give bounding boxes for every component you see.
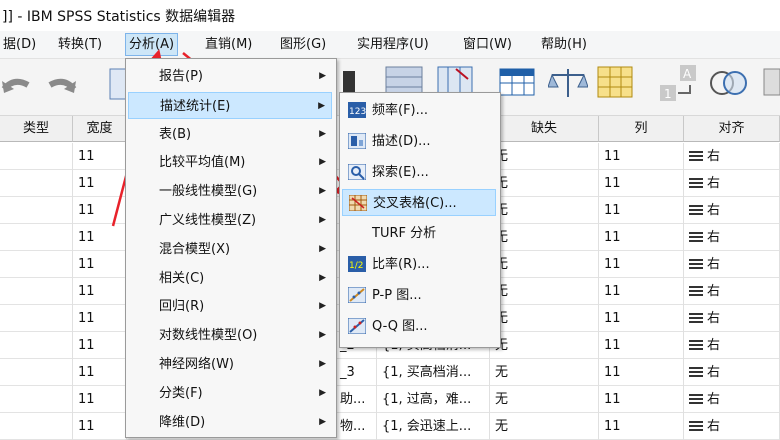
submenu-arrow-icon: ▶ xyxy=(319,215,326,225)
menu-item-label: 描述(D)... xyxy=(372,133,431,149)
menu-item-label: 相关(C) xyxy=(159,270,205,286)
menu-item-label: 表(B) xyxy=(159,126,192,142)
analyze-menu-item[interactable]: 广义线性模型(Z) ▶ xyxy=(128,207,332,234)
menu-item-label: 报告(P) xyxy=(159,69,203,84)
analyze-menu-item[interactable]: 一般线性模型(G) ▶ xyxy=(128,178,332,205)
submenu-arrow-icon: ▶ xyxy=(319,387,326,398)
descriptive-menu-item[interactable]: 1/2 比率(R)... xyxy=(342,251,496,278)
menu-item-label: 交叉表格(C)... xyxy=(373,196,457,212)
qq-plot-icon xyxy=(348,317,366,334)
analyze-menu-item[interactable]: 描述统计(E) ▶ xyxy=(128,91,332,119)
ratio-icon: 1/2 xyxy=(348,256,366,272)
submenu-arrow-icon: ▶ xyxy=(319,416,326,427)
menu-item-label: Q-Q 图... xyxy=(372,318,428,334)
descriptives-icon xyxy=(348,132,366,149)
svg-text:1/2: 1/2 xyxy=(349,261,363,271)
submenu-arrow-icon: ▶ xyxy=(318,100,325,111)
descriptive-menu-item[interactable]: 描述(D)... xyxy=(342,128,496,155)
crosstabs-icon xyxy=(349,195,367,212)
menu-item-label: 降维(D) xyxy=(159,414,206,430)
descriptive-statistics-submenu: 123 频率(F)... 描述(D)... 探索(E)... 交叉表格(C)... TUR… xyxy=(339,92,501,348)
pp-plot-icon xyxy=(348,286,366,303)
analyze-menu: 报告(P) ▶ 描述统计(E) ▶ 表(B) ▶ 比较平均值(M) ▶ 一般线性模型(G) ▶ 广义… xyxy=(125,58,337,438)
menu-item-label: 一般线性模型(G) xyxy=(159,184,258,200)
menu-item-label: 频率(F)... xyxy=(372,103,429,118)
analyze-menu-item[interactable]: 降维(D) ▶ xyxy=(128,409,332,436)
analyze-menu-item[interactable]: 报告(P) ▶ xyxy=(128,63,332,90)
analyze-menu-item[interactable]: 混合模型(X) ▶ xyxy=(128,236,332,263)
menu-item-label: 描述统计(E) xyxy=(160,98,231,114)
analyze-menu-item[interactable]: 比较平均值(M) ▶ xyxy=(128,149,332,176)
menu-item-label: 混合模型(X) xyxy=(159,241,231,257)
menu-item-label: 比率(R)... xyxy=(372,257,430,272)
submenu-arrow-icon: ▶ xyxy=(319,157,326,168)
menu-item-label: 对数线性模型(O) xyxy=(159,328,258,344)
descriptive-menu-item[interactable]: 交叉表格(C)... xyxy=(342,189,496,217)
submenu-arrow-icon: ▶ xyxy=(319,243,326,254)
analyze-menu-item[interactable]: 表(B) ▶ xyxy=(128,121,332,148)
descriptive-menu-item[interactable]: 探索(E)... xyxy=(342,159,496,186)
analyze-menu-item[interactable]: 神经网络(W) ▶ xyxy=(128,351,332,378)
explore-icon xyxy=(348,163,366,180)
submenu-arrow-icon: ▶ xyxy=(319,301,326,312)
analyze-menu-item[interactable]: 分类(F) ▶ xyxy=(128,380,332,407)
menu-item-label: 神经网络(W) xyxy=(159,357,234,372)
descriptive-menu-item[interactable]: Q-Q 图... xyxy=(342,313,496,340)
analyze-menu-item[interactable]: 回归(R) ▶ xyxy=(128,293,332,320)
descriptive-menu-item[interactable]: 123 频率(F)... xyxy=(342,97,496,124)
menu-item-label: 比较平均值(M) xyxy=(159,155,246,171)
descriptive-menu-item[interactable]: TURF 分析 xyxy=(342,220,496,247)
menu-item-label: 回归(R) xyxy=(159,299,205,315)
menu-item-label: TURF 分析 xyxy=(372,226,437,242)
submenu-arrow-icon: ▶ xyxy=(319,359,326,369)
submenu-arrow-icon: ▶ xyxy=(319,186,326,197)
submenu-arrow-icon: ▶ xyxy=(319,330,326,341)
submenu-arrow-icon: ▶ xyxy=(319,71,326,81)
frequencies-icon: 123 xyxy=(348,102,366,118)
analyze-menu-item[interactable]: 相关(C) ▶ xyxy=(128,265,332,292)
menu-item-label: 广义线性模型(Z) xyxy=(159,213,257,228)
submenu-arrow-icon: ▶ xyxy=(319,128,326,139)
submenu-arrow-icon: ▶ xyxy=(319,272,326,283)
menu-item-label: P-P 图... xyxy=(372,287,422,303)
descriptive-menu-item[interactable]: P-P 图... xyxy=(342,282,496,309)
analyze-menu-item[interactable]: 对数线性模型(O) ▶ xyxy=(128,322,332,349)
svg-text:123: 123 xyxy=(349,107,366,117)
menu-item-label: 分类(F) xyxy=(159,385,203,401)
menu-item-label: 探索(E)... xyxy=(372,164,429,180)
